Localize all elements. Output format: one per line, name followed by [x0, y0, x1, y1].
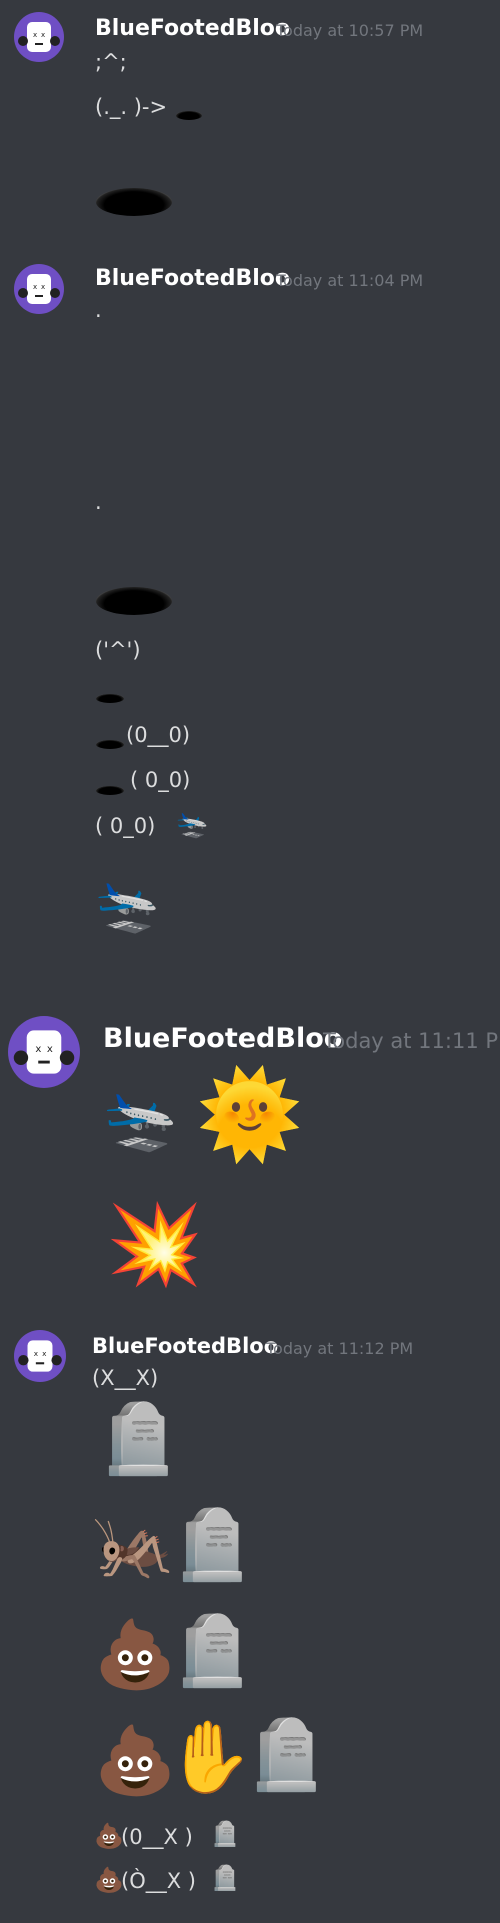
- headstone-icon: 🪦: [210, 1864, 240, 1892]
- svg-text:x: x: [41, 31, 45, 39]
- hole-icon: [176, 111, 202, 120]
- headstone-icon: 🪦: [96, 1400, 181, 1479]
- svg-text:x: x: [33, 283, 37, 291]
- airplane-arriving-icon: 🛬: [103, 1085, 178, 1155]
- svg-text:x: x: [47, 1044, 53, 1055]
- svg-text:x: x: [34, 1349, 39, 1358]
- username[interactable]: BlueFootedBloo: [95, 266, 290, 291]
- headstone-icon: 🪦: [170, 1612, 255, 1691]
- poop-icon: 💩: [94, 1722, 177, 1799]
- message-text: ('^'): [95, 638, 141, 662]
- headstone-icon: 🪦: [170, 1506, 255, 1585]
- hole-icon: [96, 587, 172, 615]
- username[interactable]: BlueFootedBloo: [103, 1023, 342, 1054]
- sun-icon: 🌞: [196, 1065, 304, 1165]
- svg-text:x: x: [35, 1044, 41, 1055]
- poop-icon: 💩: [94, 1616, 177, 1693]
- hole-icon: [96, 786, 124, 795]
- message-text: (0__X ): [121, 1825, 193, 1849]
- explosion-icon: 💥: [106, 1200, 204, 1290]
- timestamp: Today at 11:12 PM: [266, 1339, 414, 1358]
- svg-text:x: x: [41, 283, 45, 291]
- hole-icon: [96, 188, 172, 216]
- airplane-arriving-icon: 🛬: [176, 810, 209, 840]
- raised-hand-icon: ✋: [166, 1716, 254, 1798]
- avatar[interactable]: xx: [14, 1330, 66, 1382]
- message-text: ( 0_0): [95, 814, 156, 838]
- airplane-arriving-icon: 🛬: [95, 876, 160, 936]
- avatar[interactable]: xx: [8, 1016, 80, 1088]
- timestamp: Today at 11:04 PM: [276, 271, 424, 290]
- headstone-icon: 🪦: [244, 1716, 329, 1795]
- poop-icon: 💩: [94, 1866, 124, 1894]
- timestamp: Today at 11:11 PM: [323, 1029, 500, 1053]
- headstone-icon: 🪦: [210, 1820, 240, 1848]
- avatar[interactable]: xx: [14, 264, 64, 314]
- svg-text:x: x: [42, 1349, 47, 1358]
- message-text: (Ò__X ): [121, 1869, 196, 1893]
- username[interactable]: BlueFootedBloo: [95, 16, 290, 41]
- message-text: (X__X): [92, 1366, 159, 1390]
- svg-text:x: x: [33, 31, 37, 39]
- hole-icon: [96, 694, 124, 703]
- username[interactable]: BlueFootedBloo: [92, 1334, 278, 1358]
- avatar[interactable]: xx: [14, 12, 64, 62]
- hole-icon: [96, 740, 124, 749]
- message-text: .: [95, 490, 102, 514]
- message-text: .: [95, 298, 102, 322]
- timestamp: Today at 10:57 PM: [276, 21, 424, 40]
- message-text: ( 0_0): [130, 768, 191, 792]
- poop-icon: 💩: [94, 1822, 124, 1850]
- message-text: (._. )->: [95, 95, 168, 119]
- message-text: (0__0): [126, 723, 191, 747]
- cricket-icon: 🦗: [92, 1506, 175, 1583]
- message-text: ;^;: [95, 50, 127, 74]
